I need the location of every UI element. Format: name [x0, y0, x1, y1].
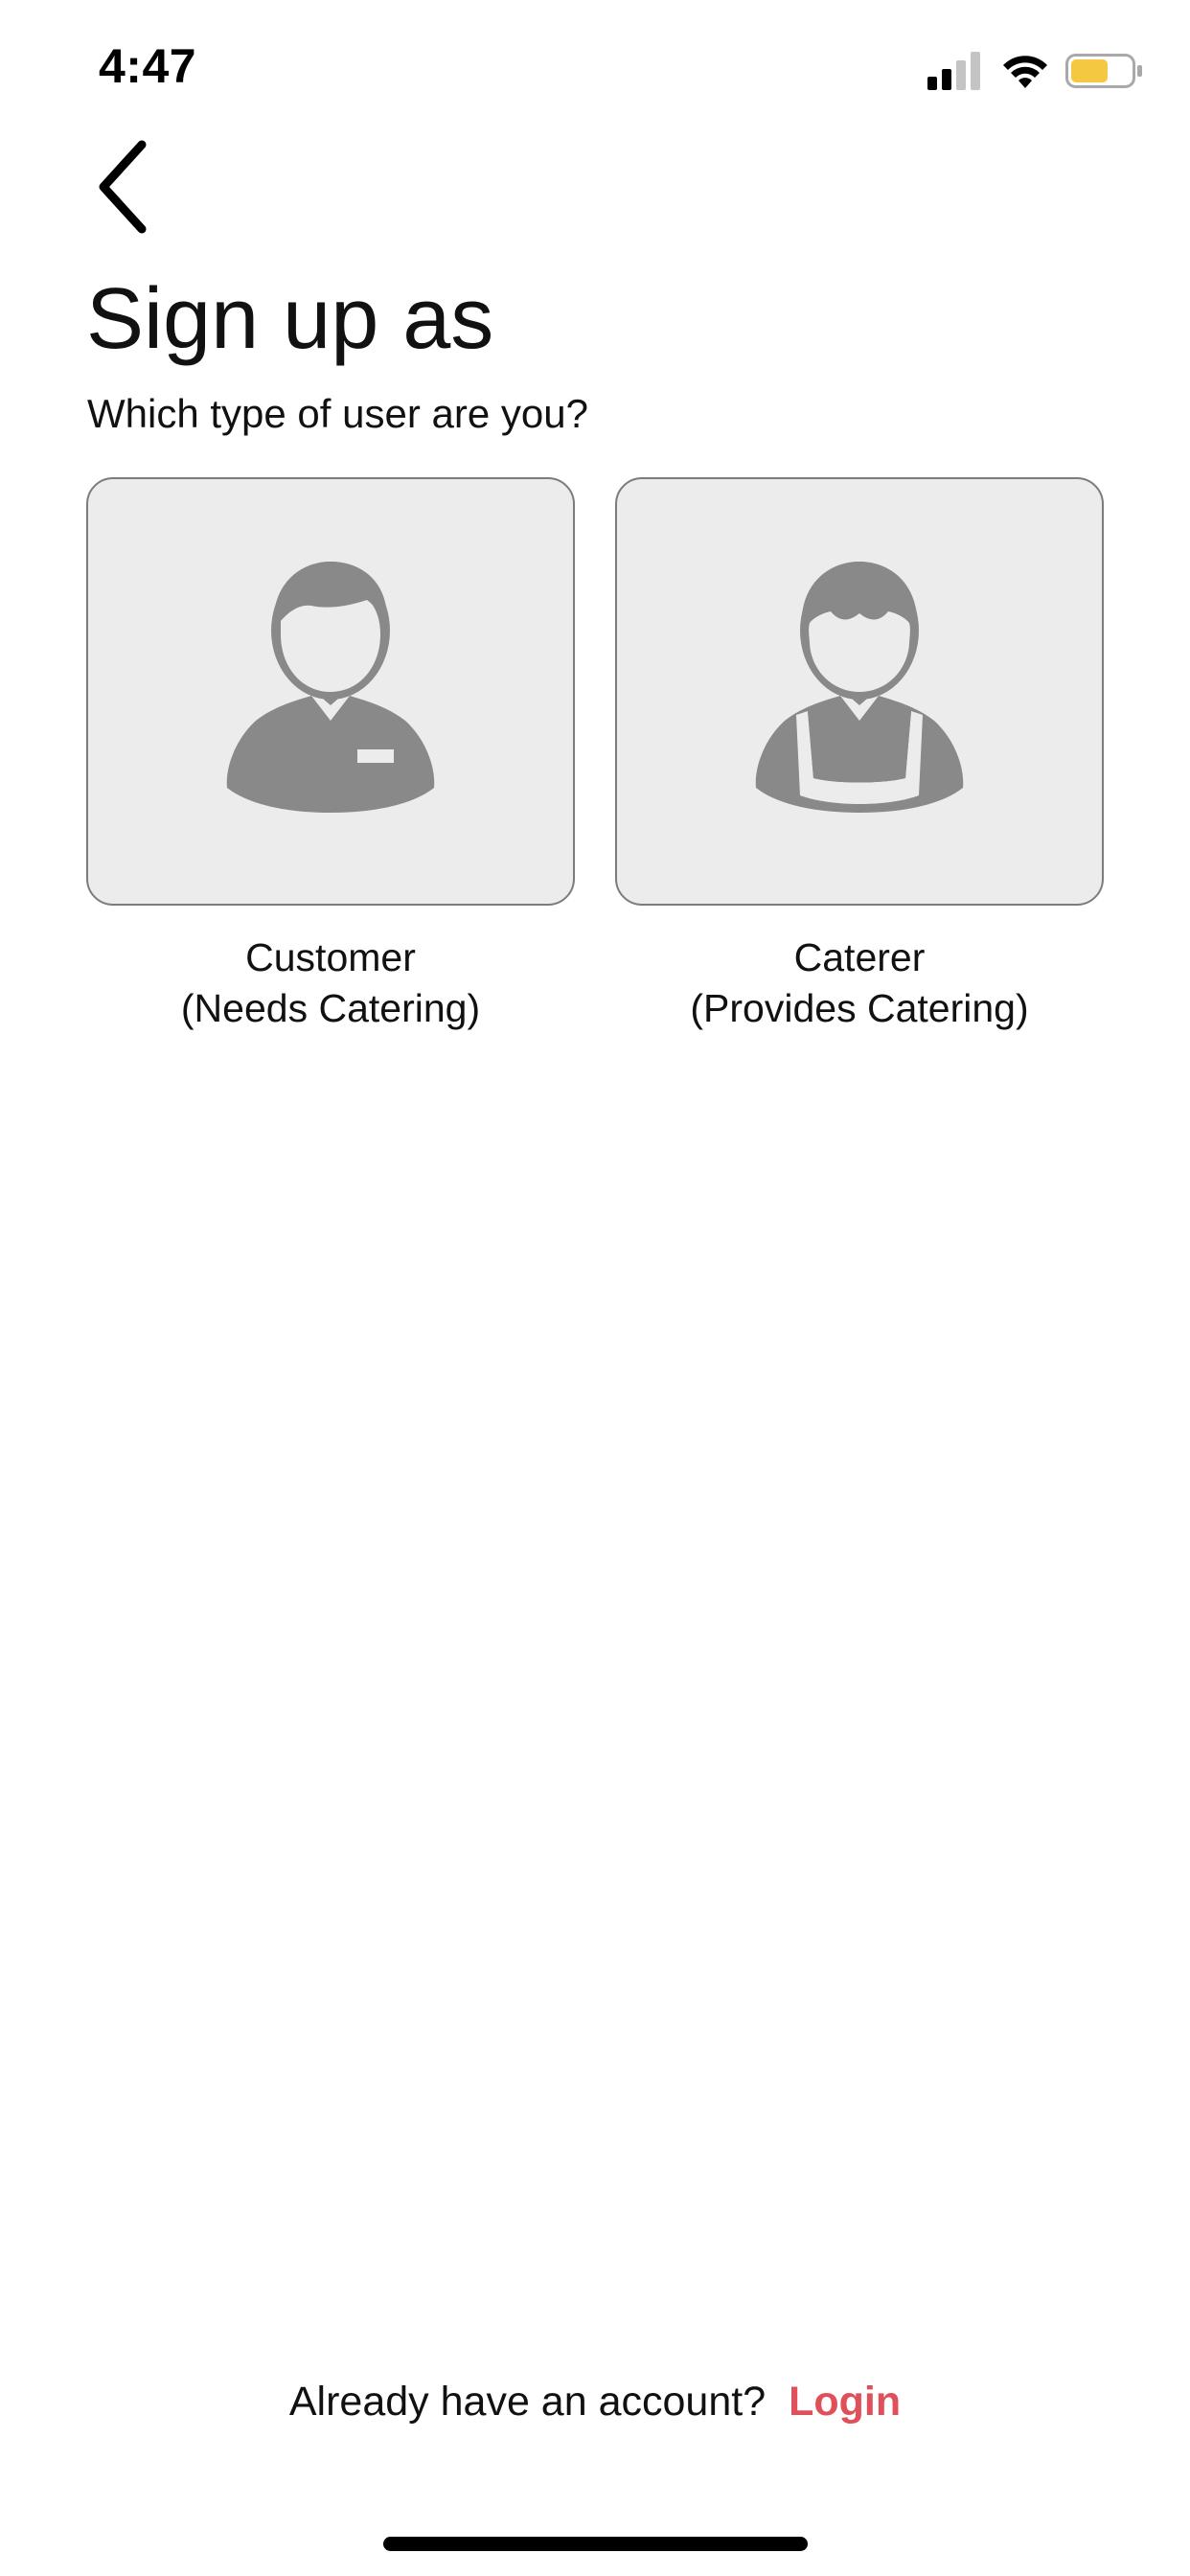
customer-option[interactable]: Customer (Needs Catering) [86, 477, 575, 1034]
signup-screen: 4:47 Sign up as Which type of user are y… [0, 0, 1190, 2576]
login-prompt-text: Already have an account? [288, 2379, 767, 2425]
caterer-description: (Provides Catering) [690, 986, 1029, 1030]
caterer-option[interactable]: Caterer (Provides Catering) [615, 477, 1104, 1034]
status-time: 4:47 [99, 39, 197, 93]
back-button[interactable] [88, 134, 174, 240]
login-prompt: Already have an account? Login [0, 2379, 1190, 2426]
customer-description: (Needs Catering) [180, 986, 481, 1030]
page-subtitle: Which type of user are you? [87, 391, 588, 436]
customer-option-label: Customer (Needs Catering) [86, 932, 575, 1034]
caterer-title: Caterer [793, 935, 926, 979]
cellular-signal-icon [927, 52, 980, 90]
customer-title: Customer [245, 935, 416, 979]
customer-person-icon [226, 561, 435, 813]
status-icons [927, 50, 1144, 92]
page-title: Sign up as [86, 271, 494, 367]
wifi-icon [1003, 56, 1047, 88]
caterer-option-label: Caterer (Provides Catering) [615, 932, 1104, 1034]
caterer-person-apron-icon [755, 561, 964, 813]
customer-option-card[interactable] [86, 477, 575, 906]
home-indicator[interactable] [383, 2537, 808, 2551]
status-bar: 4:47 [0, 0, 1190, 134]
battery-icon [1065, 54, 1142, 88]
login-link[interactable]: Login [789, 2379, 901, 2425]
chevron-left-icon [99, 140, 147, 234]
caterer-option-card[interactable] [615, 477, 1104, 906]
